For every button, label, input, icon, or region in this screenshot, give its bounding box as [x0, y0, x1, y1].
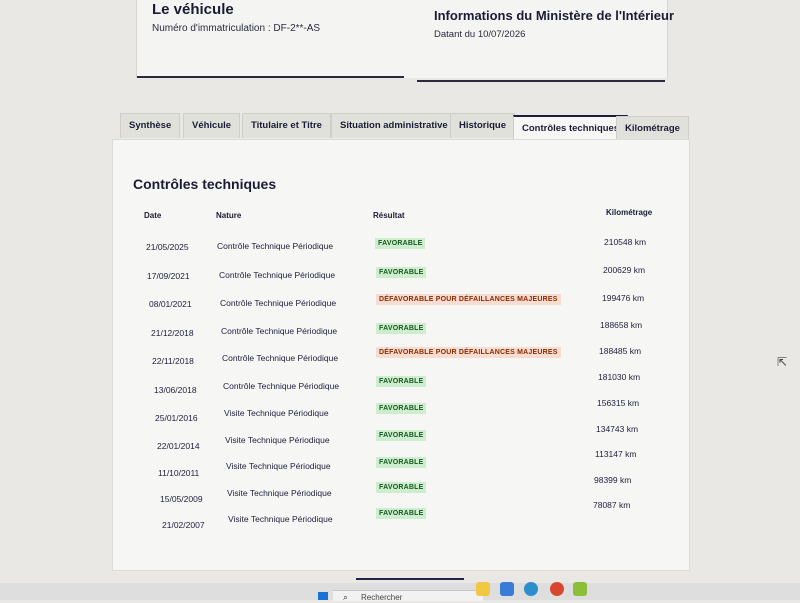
date-cell: 21/02/2007	[162, 520, 205, 530]
app-icon[interactable]	[573, 582, 587, 596]
result-badge: FAVORABLE	[376, 457, 427, 468]
date-cell: 17/09/2021	[147, 271, 190, 281]
date-cell: 13/06/2018	[154, 385, 197, 395]
result-badge: FAVORABLE	[375, 238, 426, 249]
result-badge: FAVORABLE	[376, 430, 427, 441]
date-cell: 21/12/2018	[151, 328, 194, 338]
km-cell: 200629 km	[603, 265, 646, 275]
km-cell: 181030 km	[598, 372, 641, 382]
date-cell: 25/01/2016	[155, 413, 198, 423]
tab-kilometrage[interactable]: Kilométrage	[616, 116, 689, 141]
section-title: Contrôles techniques	[133, 176, 277, 192]
km-cell: 210548 km	[604, 237, 647, 247]
result-badge: FAVORABLE	[376, 508, 427, 519]
taskbar-search-input[interactable]: ⌕ Rechercher	[333, 590, 483, 602]
nature-cell: Visite Technique Périodique	[224, 408, 329, 418]
nature-cell: Contrôle Technique Périodique	[221, 326, 338, 336]
edge-browser-icon[interactable]	[524, 582, 538, 596]
file-explorer-icon[interactable]	[476, 582, 490, 596]
data-date: Datant du 10/07/2026	[434, 29, 526, 40]
search-icon: ⌕	[343, 592, 349, 602]
tab-vehicule[interactable]: Véhicule	[183, 113, 241, 138]
column-header-date: Date	[144, 211, 162, 220]
footer-divider	[356, 578, 464, 580]
km-cell: 98399 km	[594, 475, 632, 485]
km-cell: 188658 km	[600, 320, 643, 330]
divider-left	[137, 76, 404, 78]
nature-cell: Contrôle Technique Périodique	[220, 298, 337, 308]
date-cell: 22/11/2018	[152, 356, 194, 366]
nature-cell: Visite Technique Périodique	[227, 488, 332, 498]
search-placeholder: Rechercher	[361, 593, 403, 602]
result-badge: FAVORABLE	[376, 267, 427, 278]
divider-right	[417, 80, 665, 82]
immatriculation-line: Numéro d'immatriculation : DF-2**-AS	[152, 23, 320, 34]
immatriculation-value: DF-2**-AS	[273, 23, 321, 34]
km-cell: 113147 km	[595, 449, 637, 459]
tab-situation-administrative[interactable]: Situation administrative	[331, 113, 457, 138]
nature-cell: Contrôle Technique Périodique	[217, 241, 334, 251]
km-cell: 156315 km	[597, 398, 640, 408]
result-badge: FAVORABLE	[376, 323, 427, 334]
vehicle-title: Le véhicule	[152, 1, 234, 18]
date-cell: 21/05/2025	[146, 242, 189, 252]
result-badge: DÉFAVORABLE POUR DÉFAILLANCES MAJEURES	[376, 294, 561, 305]
result-badge: FAVORABLE	[376, 482, 427, 493]
tab-bar: Synthèse Véhicule Titulaire et Titre Sit…	[120, 113, 689, 142]
km-cell: 199476 km	[602, 293, 645, 303]
nature-cell: Contrôle Technique Périodique	[219, 270, 336, 280]
date-cell: 11/10/2011	[158, 468, 200, 478]
km-cell: 78087 km	[593, 500, 631, 510]
km-cell: 134743 km	[596, 424, 639, 434]
column-header-resultat: Résultat	[373, 211, 405, 220]
date-cell: 08/01/2021	[149, 299, 192, 309]
column-header-kilometrage: Kilométrage	[606, 208, 653, 217]
tab-titulaire-et-titre[interactable]: Titulaire et Titre	[242, 113, 331, 138]
tab-controles-techniques[interactable]: Contrôles techniques	[513, 115, 629, 142]
date-cell: 15/05/2009	[160, 494, 203, 504]
tab-historique[interactable]: Historique	[450, 113, 515, 138]
date-cell: 22/01/2014	[157, 441, 200, 451]
nature-cell: Contrôle Technique Périodique	[222, 353, 339, 363]
immatriculation-label: Numéro d'immatriculation :	[152, 23, 271, 34]
nature-cell: Visite Technique Périodique	[228, 514, 333, 524]
result-badge: FAVORABLE	[376, 376, 427, 387]
chrome-browser-icon[interactable]	[550, 582, 564, 596]
mouse-cursor-icon: ⇱	[777, 355, 788, 369]
nature-cell: Visite Technique Périodique	[225, 435, 330, 445]
result-badge: DÉFAVORABLE POUR DÉFAILLANCES MAJEURES	[376, 347, 561, 358]
result-badge: FAVORABLE	[376, 403, 427, 414]
nature-cell: Contrôle Technique Périodique	[223, 381, 340, 391]
ministry-title: Informations du Ministère de l'Intérieur	[434, 8, 675, 23]
km-cell: 188485 km	[599, 346, 642, 356]
store-icon[interactable]	[500, 582, 514, 596]
windows-start-icon[interactable]	[318, 592, 328, 600]
nature-cell: Visite Technique Périodique	[226, 461, 331, 471]
column-header-nature: Nature	[216, 211, 242, 220]
tab-synthese[interactable]: Synthèse	[120, 113, 181, 138]
